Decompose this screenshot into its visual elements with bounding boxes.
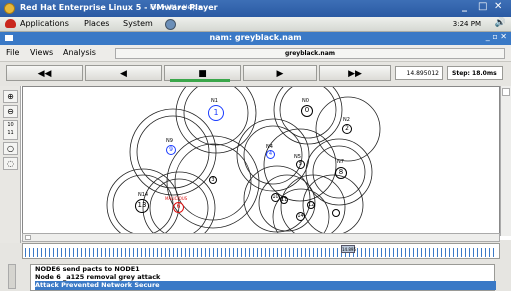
zoom-in-icon[interactable]: ⊕ — [3, 90, 18, 103]
node-label: MALICIOUS — [165, 196, 188, 201]
node-14[interactable]: 14 — [296, 212, 305, 221]
node-2[interactable]: 2 — [342, 124, 352, 134]
vmware-close-button[interactable]: ✕ — [494, 1, 502, 12]
scroll-up-button[interactable] — [502, 88, 510, 96]
play-backward-button[interactable]: ◀ — [85, 65, 162, 81]
annotation-list[interactable]: NODE6 send pacts to NODE1 Node 6 _a125 r… — [30, 264, 496, 291]
vmware-logo-icon — [4, 3, 15, 14]
nam-window-titlebar: nam: greyblack.nam _ ▫ ✕ — [0, 32, 511, 45]
node-label: N14 — [138, 192, 149, 198]
playback-controls: ◀◀ ◀ ■ ▶ ▶▶ 14.895012 Step: 18.0ms — [0, 62, 511, 86]
topology-svg — [106, 72, 381, 246]
node-4[interactable]: 4 — [266, 150, 275, 159]
vmware-maximize-button[interactable]: □ — [478, 1, 487, 12]
annotation-panel: NODE6 send pacts to NODE1 Node 6 _a125 r… — [0, 262, 511, 291]
stop-active-indicator — [170, 79, 230, 82]
scroll-left-button[interactable] — [25, 235, 31, 240]
node-10[interactable]: 10 — [271, 193, 280, 202]
node-label: N7 — [337, 159, 344, 165]
applications-menu[interactable]: Applications — [20, 19, 69, 28]
step-display[interactable]: Step: 18.0ms — [447, 66, 503, 80]
node-label: N0 — [302, 98, 309, 104]
trace-filename: greyblack.nam — [115, 48, 505, 59]
views-menu[interactable]: Views — [30, 48, 53, 57]
left-toolbar: ⊕ ⊖ 10 11 ○ ◌ — [0, 86, 21, 243]
node-label: N4 — [266, 144, 273, 150]
node-label: N1 — [211, 98, 218, 104]
nam-window-controls[interactable]: _ ▫ ✕ — [486, 32, 507, 41]
node-7[interactable]: 8 — [335, 167, 347, 179]
node-label: N2 — [343, 117, 350, 123]
redhat-icon — [5, 19, 16, 28]
panel-clock[interactable]: 3:24 PM — [453, 20, 481, 28]
annotation-scroll-handle[interactable] — [8, 264, 16, 289]
circle-tool-icon[interactable]: ○ — [3, 142, 18, 155]
vmware-titlebar: Red Hat Enterprise Linux 5 - VMware Play… — [0, 0, 511, 17]
node-3[interactable]: 3 — [209, 176, 217, 184]
rewind-button[interactable]: ◀◀ — [6, 65, 83, 81]
node-9[interactable]: 9 — [166, 145, 176, 155]
places-menu[interactable]: Places — [84, 19, 109, 28]
node-label: N9 — [166, 138, 173, 144]
node-8-small[interactable] — [332, 209, 340, 217]
horizontal-scrollbar[interactable] — [22, 233, 500, 242]
nam-menubar: File Views Analysis greyblack.nam — [0, 45, 511, 62]
network-icon[interactable] — [165, 19, 176, 30]
network-canvas[interactable]: 1 N1 0 N0 2 N2 9 N9 4 N4 5 N5 8 N7 3 13 … — [22, 72, 500, 246]
node-11[interactable]: 11 — [280, 196, 288, 204]
node-0[interactable]: 0 — [301, 105, 313, 117]
node-5[interactable]: 5 — [296, 160, 305, 169]
volume-icon[interactable]: 🔊 — [495, 18, 506, 28]
time-slider[interactable]: 14.895 — [22, 243, 500, 259]
node-12[interactable]: 12 — [307, 201, 315, 209]
label-toggle-icon[interactable]: 10 11 — [3, 120, 18, 140]
annotation-item-selected[interactable]: Attack Prevented Network Secure — [35, 281, 496, 290]
gnome-top-panel: Applications Places System 3:24 PM 🔊 — [0, 17, 511, 32]
node-label: N5 — [294, 154, 301, 160]
play-forward-button[interactable]: ▶ — [243, 65, 317, 81]
timeline-marker[interactable]: 14.895 — [341, 245, 356, 253]
timeline-ticks — [25, 248, 497, 257]
zoom-out-icon[interactable]: ⊖ — [3, 105, 18, 118]
node-tool-icon[interactable]: ◌ — [3, 157, 18, 170]
analysis-menu[interactable]: Analysis — [63, 48, 96, 57]
time-display: 14.895012 — [395, 66, 443, 80]
node-13[interactable]: 13 — [135, 199, 149, 213]
malicious-node-6[interactable]: 6 — [173, 202, 184, 213]
fast-forward-button[interactable]: ▶▶ — [319, 65, 391, 81]
vmware-minimize-button[interactable]: _ — [462, 1, 467, 12]
vertical-scrollbar[interactable] — [500, 86, 511, 236]
nam-window-title: nam: greyblack.nam — [209, 33, 302, 42]
system-menu[interactable]: System — [123, 19, 153, 28]
file-menu[interactable]: File — [6, 48, 19, 57]
vmware-menus[interactable]: File ▾ VM ▾ Help ▾ — [150, 4, 202, 11]
node-1[interactable]: 1 — [208, 105, 224, 121]
